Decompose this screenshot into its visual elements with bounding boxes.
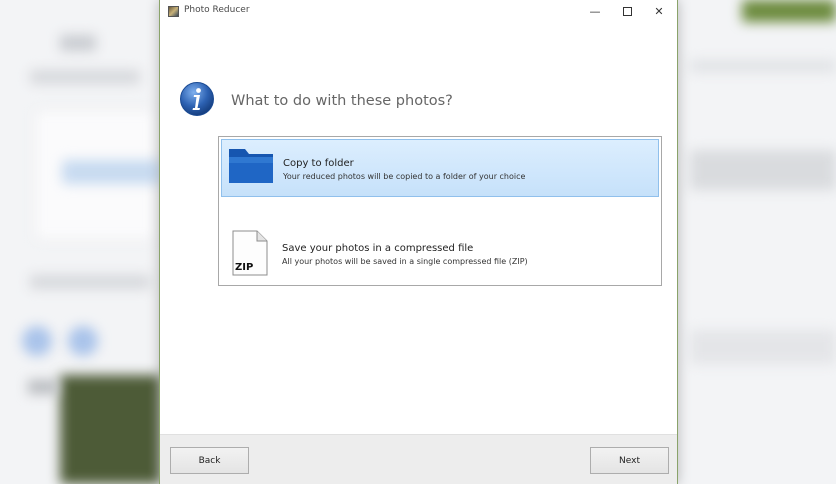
options-list: Copy to folder Your reduced photos will … — [218, 136, 662, 286]
app-icon — [168, 6, 179, 17]
folder-icon — [229, 149, 273, 183]
option-title: Copy to folder — [283, 158, 354, 169]
dialog-footer: Back Next — [160, 434, 677, 484]
next-button[interactable]: Next — [590, 447, 669, 474]
minimize-button[interactable]: — — [579, 0, 611, 23]
option-description: Your reduced photos will be copied to a … — [283, 172, 526, 181]
close-button[interactable]: ✕ — [643, 0, 675, 23]
option-description: All your photos will be saved in a singl… — [282, 257, 528, 266]
title-bar: Photo Reducer — ✕ — [160, 0, 677, 23]
photo-reducer-dialog: Photo Reducer — ✕ What to do with these … — [159, 0, 678, 484]
maximize-icon — [622, 7, 632, 16]
back-button[interactable]: Back — [170, 447, 249, 474]
option-title: Save your photos in a compressed file — [282, 243, 474, 254]
page-heading: What to do with these photos? — [231, 93, 453, 109]
maximize-button[interactable] — [611, 0, 643, 23]
window-title: Photo Reducer — [184, 5, 250, 15]
zip-file-icon: ZIP — [232, 230, 268, 276]
info-icon — [180, 82, 214, 116]
zip-label: ZIP — [235, 262, 253, 273]
option-compressed-file[interactable]: ZIP Save your photos in a compressed fil… — [221, 225, 659, 283]
option-copy-to-folder[interactable]: Copy to folder Your reduced photos will … — [221, 139, 659, 197]
